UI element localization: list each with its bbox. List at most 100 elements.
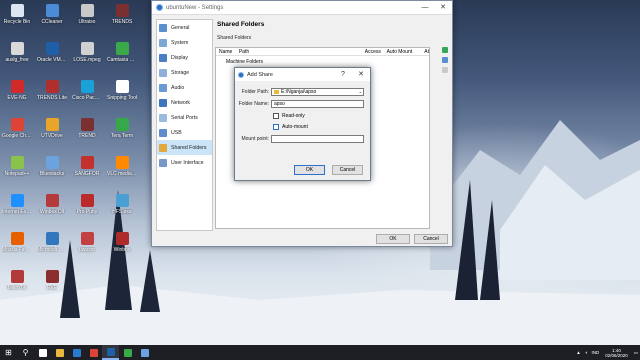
audio-icon <box>159 83 167 92</box>
desktop-icon[interactable]: SANGFOR <box>72 156 102 177</box>
folder-path-label: Folder Path: <box>241 89 269 95</box>
sidebar-item-usb[interactable]: USB <box>157 125 212 140</box>
desktop-icon[interactable]: Winbox Dll <box>37 194 67 215</box>
column-name: Name <box>219 48 233 55</box>
desktop-icon[interactable]: Notepad++ <box>2 156 32 177</box>
sidebar-item-network[interactable]: Network <box>157 95 212 110</box>
app-icon <box>45 4 59 17</box>
desktop-icon[interactable]: TREND <box>72 118 102 139</box>
network-icon[interactable]: ▲ <box>574 350 582 355</box>
mount-point-input[interactable] <box>271 135 364 143</box>
sidebar-item-general[interactable]: General <box>157 20 212 35</box>
readonly-row[interactable]: Read-only <box>273 113 305 119</box>
desktop-icon[interactable]: Ultraiso <box>72 4 102 25</box>
edge-icon <box>72 348 81 357</box>
desktop-icon[interactable]: TRENDS Lite <box>37 80 67 101</box>
chevron-down-icon[interactable]: ⌄ <box>359 89 363 95</box>
desktop-icon[interactable]: Internet Explorer <box>2 194 32 215</box>
app-icon <box>115 4 129 17</box>
start-button[interactable]: ⊞ <box>0 345 17 360</box>
taskbar-virtualbox-button[interactable] <box>102 345 119 360</box>
sidebar-item-label: User Interface <box>171 159 204 166</box>
table-header: Name Path Access Auto Mount At <box>216 48 429 56</box>
desktop-icon[interactable]: Microsoft Edge <box>37 232 67 253</box>
minimize-button[interactable]: — <box>416 1 434 14</box>
desktop-icon-label: auslg_free <box>5 57 29 63</box>
notifications-icon[interactable]: ▭ <box>632 350 640 356</box>
search-icon[interactable]: ⚲ <box>17 345 34 360</box>
remove-folder-icon[interactable] <box>442 67 448 73</box>
clock[interactable]: 1:40 02/06/2020 <box>601 348 632 358</box>
volume-icon[interactable]: ◖ <box>583 350 590 355</box>
help-button[interactable]: ? <box>334 68 352 81</box>
desktop-icon[interactable]: auslg_free <box>2 42 32 63</box>
desktop-icon[interactable]: Recycle Bin <box>2 4 32 25</box>
desktop-icon-label: TRENDS Lite <box>37 95 67 101</box>
desktop-icon[interactable]: UTVDrive <box>37 118 67 139</box>
sidebar-item-display[interactable]: Display <box>157 50 212 65</box>
automount-checkbox[interactable] <box>273 124 279 130</box>
desktop-icon[interactable]: Cisco Packet Tracer <box>72 80 102 101</box>
desktop-icon[interactable]: Tera Term <box>107 118 137 139</box>
desktop-icon[interactable]: Bluestacks <box>37 156 67 177</box>
taskbar-task-view-button[interactable] <box>34 345 51 360</box>
dialog-ok-button[interactable]: OK <box>294 165 325 175</box>
desktop-icon[interactable]: HFS.exe <box>107 194 137 215</box>
sidebar-item-storage[interactable]: Storage <box>157 65 212 80</box>
taskbar-vm-button[interactable] <box>136 345 153 360</box>
desktop-icon[interactable]: Google Chrome <box>2 118 32 139</box>
desktop-icon[interactable]: Winbox <box>107 232 137 253</box>
folder-path-value: E:\Nganjai\apso <box>281 89 317 95</box>
sidebar-item-serial-ports[interactable]: Serial Ports <box>157 110 212 125</box>
desktop-icon-label: EVE-NG <box>7 95 27 101</box>
column-auto-mount: Auto Mount <box>386 48 413 55</box>
sidebar-item-shared-folders[interactable]: Shared Folders <box>157 140 212 155</box>
edit-folder-icon[interactable] <box>442 57 448 63</box>
taskbar-edge-button[interactable] <box>68 345 85 360</box>
app-icon <box>80 156 94 169</box>
automount-row[interactable]: Auto-mount <box>273 124 308 130</box>
desktop-icon[interactable]: Oracle VM VirtualBox <box>37 42 67 63</box>
readonly-checkbox[interactable] <box>273 113 279 119</box>
clock-date: 02/06/2020 <box>605 352 628 358</box>
serial-ports-icon <box>159 113 167 122</box>
ok-button[interactable]: OK <box>376 234 410 244</box>
sidebar-item-label: Network <box>171 99 191 106</box>
desktop-icon[interactable]: Mozilla Firefox <box>2 232 32 253</box>
system-tray: ▲ ◖ IND 1:40 02/06/2020 ▭ <box>574 345 640 360</box>
column-path: Path <box>238 48 250 55</box>
desktop-icon[interactable]: Camtasia Studio <box>107 42 137 63</box>
close-button[interactable]: ✕ <box>434 1 452 14</box>
desktop-icon[interactable]: MikroTik <box>2 270 32 291</box>
language-indicator[interactable]: IND <box>589 350 601 355</box>
taskbar-chrome-button[interactable] <box>85 345 102 360</box>
desktop-icon[interactable]: Snipping Tool <box>107 80 137 101</box>
desktop-icon[interactable]: VLC media player <box>107 156 137 177</box>
sidebar-item-audio[interactable]: Audio <box>157 80 212 95</box>
app-icon <box>80 232 94 245</box>
desktop-icon[interactable]: uwpsnr <box>72 232 102 253</box>
folder-path-select[interactable]: E:\Nganjai\apso ⌄ <box>271 88 364 96</box>
sidebar-item-system[interactable]: System <box>157 35 212 50</box>
dialog-cancel-button[interactable]: Cancel <box>332 165 363 175</box>
settings-titlebar[interactable]: ubuntuNew - Settings — ✕ <box>152 1 452 15</box>
desktop-icon[interactable]: EVE-NG <box>2 80 32 101</box>
folder-name-input[interactable]: apso <box>271 100 364 108</box>
display-icon <box>159 53 167 62</box>
desktop-icon-label: Camtasia Studio <box>107 57 137 63</box>
add-folder-icon[interactable] <box>442 47 448 53</box>
dialog-close-button[interactable]: ✕ <box>352 68 370 81</box>
cancel-button[interactable]: Cancel <box>414 234 448 244</box>
desktop-icon[interactable]: CCleaner <box>37 4 67 25</box>
dialog-titlebar[interactable]: Add Share ? ✕ <box>235 68 370 81</box>
desktop-icon[interactable]: TRENDS <box>107 4 137 25</box>
desktop-icon[interactable]: EVE <box>37 270 67 291</box>
taskbar-file-explorer-button[interactable] <box>51 345 68 360</box>
app-icon <box>10 194 24 207</box>
sidebar-item-user-interface[interactable]: User Interface <box>157 155 212 170</box>
desktop-icon[interactable]: Pro Putty <box>72 194 102 215</box>
app-icon <box>115 118 129 131</box>
machine-folders-row[interactable]: Machine Folders <box>216 56 429 65</box>
taskbar-camtasia-button[interactable] <box>119 345 136 360</box>
desktop-icon[interactable]: LOSE.mpeg <box>72 42 102 63</box>
